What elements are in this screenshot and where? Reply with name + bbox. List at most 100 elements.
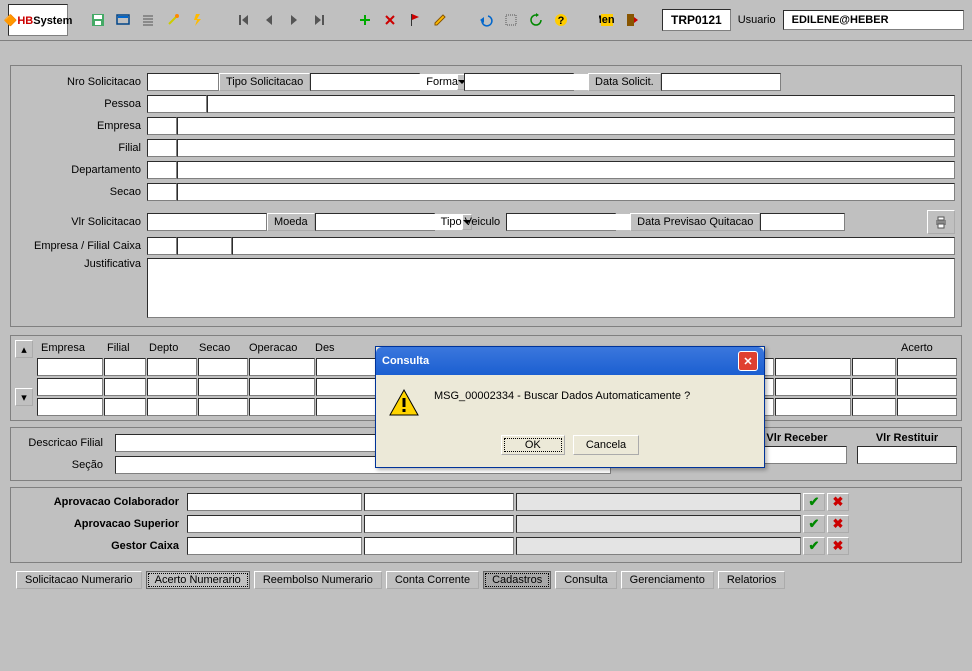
- gestor-f1[interactable]: [187, 537, 362, 555]
- forma-label: Forma: [420, 76, 464, 88]
- bottom-tabs: Solicitacao Numerario Acerto Numerario R…: [10, 569, 962, 591]
- col-operacao: Operacao: [245, 340, 311, 358]
- colab-f2[interactable]: [364, 493, 514, 511]
- tab-reembolso-numerario[interactable]: Reembolso Numerario: [254, 571, 382, 589]
- tab-consulta[interactable]: Consulta: [555, 571, 616, 589]
- data-solicit-label: Data Solicit.: [588, 73, 661, 91]
- tipo-solicitacao-label: Tipo Solicitacao: [219, 73, 310, 91]
- gestor-f2[interactable]: [364, 537, 514, 555]
- data-previsao-label: Data Previsao Quitacao: [630, 213, 760, 231]
- grid-icon[interactable]: [136, 8, 160, 32]
- close-icon[interactable]: ✕: [738, 351, 758, 371]
- approve-ok-icon[interactable]: ✔: [803, 493, 825, 511]
- consulta-dialog: Consulta ✕ MSG_00002334 - Buscar Dados A…: [375, 346, 765, 468]
- filial-code-input[interactable]: [147, 139, 177, 157]
- approve-ok-icon[interactable]: ✔: [803, 515, 825, 533]
- ok-button[interactable]: OK: [501, 435, 565, 455]
- dialog-title-text: Consulta: [382, 355, 429, 367]
- sup-f2[interactable]: [364, 515, 514, 533]
- first-icon[interactable]: [232, 8, 256, 32]
- secao-desc-input[interactable]: [177, 183, 955, 201]
- scroll-up-button[interactable]: ▴: [15, 340, 33, 358]
- cancel-button[interactable]: Cancela: [573, 435, 639, 455]
- moeda-label: Moeda: [267, 213, 315, 231]
- tab-solicitacao-numerario[interactable]: Solicitacao Numerario: [16, 571, 142, 589]
- data-solicit-input[interactable]: [661, 73, 781, 91]
- user-field: EDILENE@HEBER: [783, 10, 964, 30]
- screen-icon[interactable]: [111, 8, 135, 32]
- tipo-solicitacao-dropdown[interactable]: [310, 73, 420, 91]
- empresa-filial-caixa-label: Empresa / Filial Caixa: [17, 240, 147, 252]
- vlr-restituir: Vlr Restituir: [857, 432, 957, 476]
- sup-f1[interactable]: [187, 515, 362, 533]
- aprovacao-colaborador-label: Aprovacao Colaborador: [15, 496, 185, 508]
- tab-conta-corrente[interactable]: Conta Corrente: [386, 571, 479, 589]
- secao-label: Secao: [17, 186, 147, 198]
- lightning-icon[interactable]: [186, 8, 210, 32]
- sup-f3: [516, 515, 801, 533]
- undo-icon[interactable]: [474, 8, 498, 32]
- approve-ok-icon[interactable]: ✔: [803, 537, 825, 555]
- tab-cadastros[interactable]: Cadastros: [483, 571, 551, 589]
- empresa-code-input[interactable]: [147, 117, 177, 135]
- col-depto: Depto: [145, 340, 195, 358]
- list-icon[interactable]: [499, 8, 523, 32]
- gestor-f3: [516, 537, 801, 555]
- justificativa-input[interactable]: [147, 258, 955, 318]
- approve-no-icon[interactable]: ✖: [827, 515, 849, 533]
- add-icon[interactable]: [353, 8, 377, 32]
- nro-solicitacao-input[interactable]: [147, 73, 219, 91]
- vlr-solicitacao-input[interactable]: [147, 213, 267, 231]
- flag-icon[interactable]: [403, 8, 427, 32]
- aprovacao-superior-label: Aprovacao Superior: [15, 518, 185, 530]
- colab-f3: [516, 493, 801, 511]
- tipo-veiculo-label: Tipo Veiculo: [435, 216, 507, 228]
- delete-icon[interactable]: [378, 8, 402, 32]
- print-button[interactable]: [927, 210, 955, 234]
- filial-caixa-input[interactable]: [177, 237, 232, 255]
- data-previsao-input[interactable]: [760, 213, 845, 231]
- departamento-desc-input[interactable]: [177, 161, 955, 179]
- departamento-label: Departamento: [17, 164, 147, 176]
- approvals-panel: Aprovacao Colaborador ✔ ✖ Aprovacao Supe…: [10, 487, 962, 563]
- approve-no-icon[interactable]: ✖: [827, 493, 849, 511]
- moeda-dropdown[interactable]: [315, 213, 435, 231]
- empresa-desc-input[interactable]: [177, 117, 955, 135]
- caixa-desc-input[interactable]: [232, 237, 955, 255]
- tab-relatorios[interactable]: Relatorios: [718, 571, 786, 589]
- filial-desc-input[interactable]: [177, 139, 955, 157]
- pessoa-code-input[interactable]: [147, 95, 207, 113]
- col-secao: Secao: [195, 340, 245, 358]
- help-icon[interactable]: ?: [549, 8, 573, 32]
- last-icon[interactable]: [307, 8, 331, 32]
- tipo-veiculo-dropdown[interactable]: [506, 213, 616, 231]
- pessoa-desc-input[interactable]: [207, 95, 955, 113]
- empresa-caixa-input[interactable]: [147, 237, 177, 255]
- departamento-code-input[interactable]: [147, 161, 177, 179]
- screen-code: TRP0121: [662, 9, 731, 31]
- pencil-icon[interactable]: [428, 8, 452, 32]
- warning-icon: [388, 387, 420, 419]
- empresa-label: Empresa: [17, 120, 147, 132]
- colab-f1[interactable]: [187, 493, 362, 511]
- secao-code-input[interactable]: [147, 183, 177, 201]
- tab-gerenciamento[interactable]: Gerenciamento: [621, 571, 714, 589]
- descricao-filial-label: Descricao Filial: [21, 437, 109, 449]
- tab-acerto-numerario[interactable]: Acerto Numerario: [146, 571, 250, 589]
- next-icon[interactable]: [282, 8, 306, 32]
- exit-icon[interactable]: [620, 8, 644, 32]
- forma-dropdown[interactable]: [464, 73, 574, 91]
- scroll-down-button[interactable]: ▾: [15, 388, 33, 406]
- menu-icon[interactable]: Menu: [595, 8, 619, 32]
- refresh-icon[interactable]: [524, 8, 548, 32]
- wand-icon[interactable]: [161, 8, 185, 32]
- main-toolbar: 🔶HBSystem ? Menu TRP0121 Usuario EDILENE…: [0, 0, 972, 41]
- svg-text:Menu: Menu: [599, 14, 615, 26]
- dialog-message: MSG_00002334 - Buscar Dados Automaticame…: [434, 387, 752, 402]
- dialog-titlebar: Consulta ✕: [376, 347, 764, 375]
- prev-icon[interactable]: [257, 8, 281, 32]
- save-icon[interactable]: [86, 8, 110, 32]
- vlr-restituir-input[interactable]: [857, 446, 957, 464]
- filial-label: Filial: [17, 142, 147, 154]
- approve-no-icon[interactable]: ✖: [827, 537, 849, 555]
